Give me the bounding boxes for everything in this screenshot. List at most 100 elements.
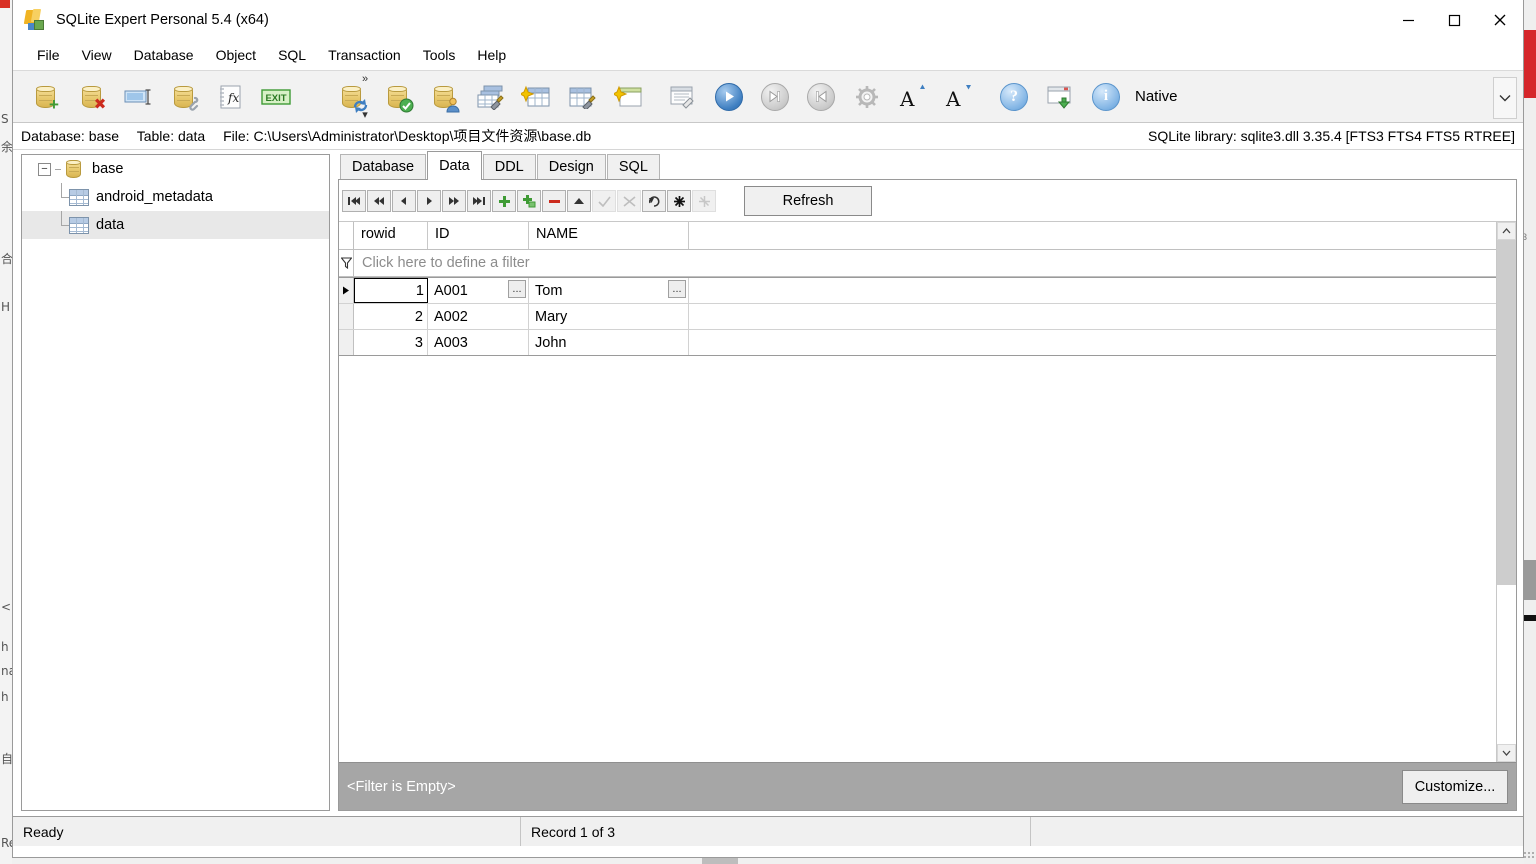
attach-database-icon[interactable] (161, 74, 207, 119)
rename-database-icon[interactable] (115, 74, 161, 119)
bookmark-button[interactable] (667, 190, 691, 212)
column-header-rowid[interactable]: rowid (354, 222, 428, 249)
filter-placeholder[interactable]: Click here to define a filter (354, 255, 530, 271)
execute-icon[interactable] (706, 74, 752, 119)
step-forward-icon[interactable] (752, 74, 798, 119)
insert-record-button[interactable] (492, 190, 516, 212)
tree-item-base[interactable]: − base (22, 155, 329, 183)
new-view-icon[interactable] (605, 74, 651, 119)
duplicate-record-button[interactable] (517, 190, 541, 212)
grid-indicator-cell (339, 222, 354, 249)
prior-page-button[interactable] (367, 190, 391, 212)
cell-name[interactable]: Tom ... (529, 278, 689, 303)
cell-name-value: Tom (535, 282, 563, 299)
status-bar: Ready Record 1 of 3 (13, 816, 1523, 846)
scroll-up-button[interactable] (1497, 222, 1516, 240)
new-table-icon[interactable] (513, 74, 559, 119)
menu-view[interactable]: View (71, 44, 123, 67)
svg-text:A: A (899, 87, 915, 110)
tab-sql[interactable]: SQL (606, 154, 660, 180)
modify-table-icon[interactable] (559, 74, 605, 119)
last-record-button[interactable] (467, 190, 491, 212)
table-row[interactable]: 2 A002 Mary (339, 304, 1496, 330)
record-navigator: Refresh (339, 180, 1516, 221)
cell-id[interactable]: A003 (428, 330, 529, 355)
minimize-button[interactable] (1385, 0, 1431, 40)
next-page-button[interactable] (442, 190, 466, 212)
window-controls (1385, 0, 1523, 40)
menu-database[interactable]: Database (123, 44, 205, 67)
refresh-record-button[interactable] (642, 190, 666, 212)
scroll-thumb[interactable] (1497, 240, 1516, 585)
toolbar-expand-button[interactable] (1493, 77, 1517, 119)
prior-record-button[interactable] (392, 190, 416, 212)
sqlite-expert-logo-icon (23, 9, 47, 31)
grid-vertical-scrollbar[interactable] (1496, 222, 1516, 762)
grid-area[interactable]: rowid ID NAME Click here to define a fil… (339, 222, 1496, 762)
close-button[interactable] (1477, 0, 1523, 40)
cell-editor-button[interactable]: ... (668, 280, 686, 298)
refresh-database-icon[interactable] (329, 74, 375, 119)
scroll-track[interactable] (1497, 240, 1516, 744)
menu-sql[interactable]: SQL (267, 44, 317, 67)
expander-icon[interactable]: − (38, 162, 51, 176)
delete-database-icon[interactable]: ✖ (69, 74, 115, 119)
tree-item-android_metadata[interactable]: android_metadata (22, 183, 329, 211)
check-database-icon[interactable] (375, 74, 421, 119)
window-horizontal-scrollbar[interactable] (12, 858, 1524, 864)
cell-rowid[interactable]: 2 (354, 304, 428, 329)
object-tree[interactable]: − base android_metadata data (21, 154, 330, 811)
sql-editor-icon[interactable] (660, 74, 706, 119)
help-icon[interactable]: ? (991, 74, 1037, 119)
tab-ddl[interactable]: DDL (482, 154, 536, 180)
step-back-icon[interactable] (798, 74, 844, 119)
customize-button[interactable]: Customize... (1402, 769, 1508, 804)
tab-data[interactable]: Data (427, 151, 482, 180)
maximize-button[interactable] (1431, 0, 1477, 40)
resize-grip-icon (1524, 852, 1534, 860)
import-icon[interactable] (1037, 74, 1083, 119)
tree-item-label: base (92, 161, 124, 177)
cell-id[interactable]: A002 (428, 304, 529, 329)
table-row[interactable]: 1 A001 ... Tom ... (339, 277, 1496, 304)
new-database-icon[interactable]: + (23, 74, 69, 119)
column-header-name[interactable]: NAME (529, 222, 689, 249)
tab-database[interactable]: Database (340, 154, 427, 180)
menu-tools[interactable]: Tools (412, 44, 467, 67)
table-row[interactable]: 3 A003 John (339, 330, 1496, 356)
cell-name[interactable]: John (529, 330, 689, 355)
refresh-button[interactable]: Refresh (744, 186, 872, 216)
delete-record-button[interactable] (542, 190, 566, 212)
scroll-down-button[interactable] (1497, 744, 1516, 762)
cell-rowid[interactable]: 1 (354, 278, 428, 303)
tree-item-data[interactable]: data (22, 211, 329, 239)
exit-icon[interactable]: EXIT (253, 74, 299, 119)
next-record-button[interactable] (417, 190, 441, 212)
edit-table-icon[interactable] (467, 74, 513, 119)
menu-object[interactable]: Object (205, 44, 267, 67)
menu-help[interactable]: Help (466, 44, 517, 67)
funnel-icon[interactable] (339, 250, 354, 276)
font-decrease-icon[interactable]: A (936, 74, 982, 119)
main-toolbar: + ✖ fx EXIT » ▾ A A ? i Native (13, 70, 1523, 123)
filter-row[interactable]: Click here to define a filter (339, 250, 1496, 277)
status-state: Ready (13, 817, 521, 846)
info-icon[interactable]: i (1083, 74, 1129, 119)
cell-name[interactable]: Mary (529, 304, 689, 329)
cell-id[interactable]: A001 ... (428, 278, 529, 303)
cell-rowid[interactable]: 3 (354, 330, 428, 355)
cell-editor-button[interactable]: ... (508, 280, 526, 298)
background-window-right: i 3 (1522, 0, 1536, 864)
tab-bar: Database Data DDL Design SQL (338, 151, 1517, 180)
first-record-button[interactable] (342, 190, 366, 212)
database-user-icon[interactable] (421, 74, 467, 119)
scroll-thumb[interactable] (702, 858, 738, 864)
edit-record-button[interactable] (567, 190, 591, 212)
column-header-id[interactable]: ID (428, 222, 529, 249)
menu-transaction[interactable]: Transaction (317, 44, 412, 67)
font-increase-icon[interactable]: A (890, 74, 936, 119)
settings-gear-icon[interactable] (844, 74, 890, 119)
menu-file[interactable]: File (26, 44, 71, 67)
tab-design[interactable]: Design (536, 154, 606, 180)
functions-icon[interactable]: fx (207, 74, 253, 119)
